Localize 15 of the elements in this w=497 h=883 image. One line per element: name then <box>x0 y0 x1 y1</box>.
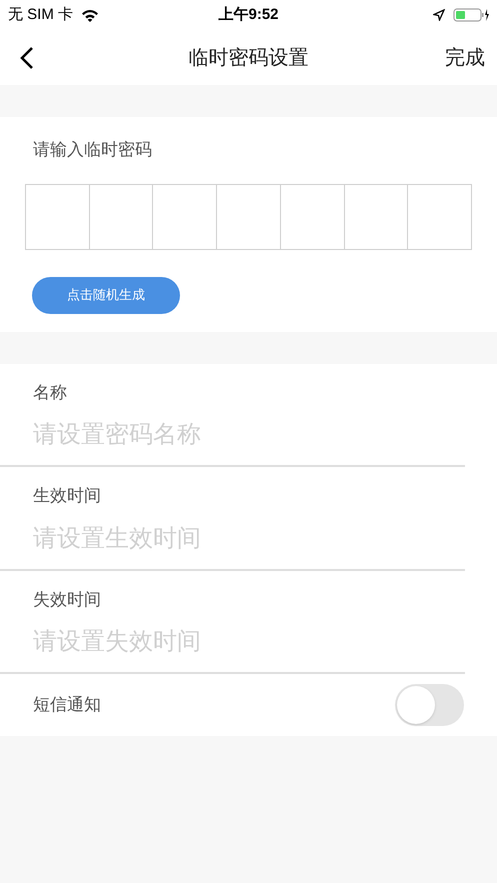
field-label: 失效时间 <box>32 588 102 610</box>
clock-text: 上午9:52 <box>218 4 279 25</box>
page-title: 临时密码设置 <box>188 46 308 70</box>
location-arrow-icon <box>433 9 445 21</box>
carrier-text: 无 SIM 卡 <box>8 4 74 25</box>
sms-label: 短信通知 <box>33 694 101 716</box>
password-code-field[interactable] <box>25 184 472 250</box>
battery-charging-icon <box>453 8 489 22</box>
sms-toggle[interactable] <box>395 684 464 726</box>
field-label: 生效时间 <box>32 485 102 507</box>
wifi-icon <box>81 8 100 22</box>
done-button[interactable]: 完成 <box>445 42 485 72</box>
password-label: 请输入临时密码 <box>33 139 152 161</box>
back-chevron-icon <box>20 46 34 70</box>
field-label: 名称 <box>32 382 68 404</box>
